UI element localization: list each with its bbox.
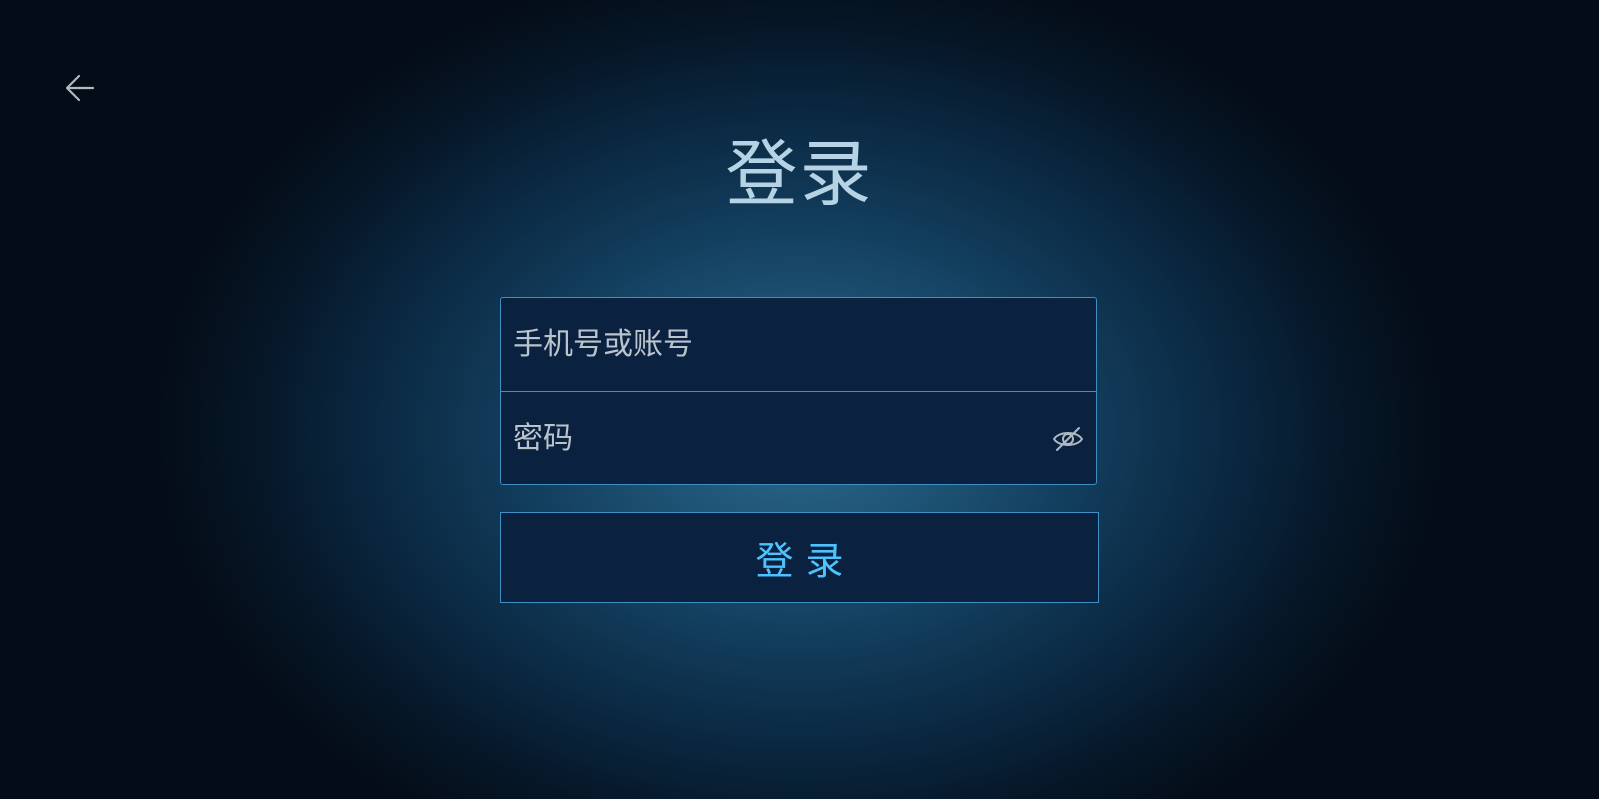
page-title: 登录	[725, 132, 874, 216]
login-screen: 登录 登录	[0, 0, 1599, 799]
arrow-left-icon	[65, 74, 95, 102]
eye-off-icon	[1053, 426, 1083, 451]
password-input[interactable]	[501, 392, 1096, 484]
account-field	[501, 298, 1096, 392]
login-form	[500, 297, 1097, 485]
password-visibility-toggle[interactable]	[1050, 421, 1086, 457]
back-button[interactable]	[60, 68, 100, 108]
password-field	[501, 392, 1096, 484]
account-input[interactable]	[501, 298, 1096, 391]
login-button[interactable]: 登录	[500, 512, 1099, 603]
